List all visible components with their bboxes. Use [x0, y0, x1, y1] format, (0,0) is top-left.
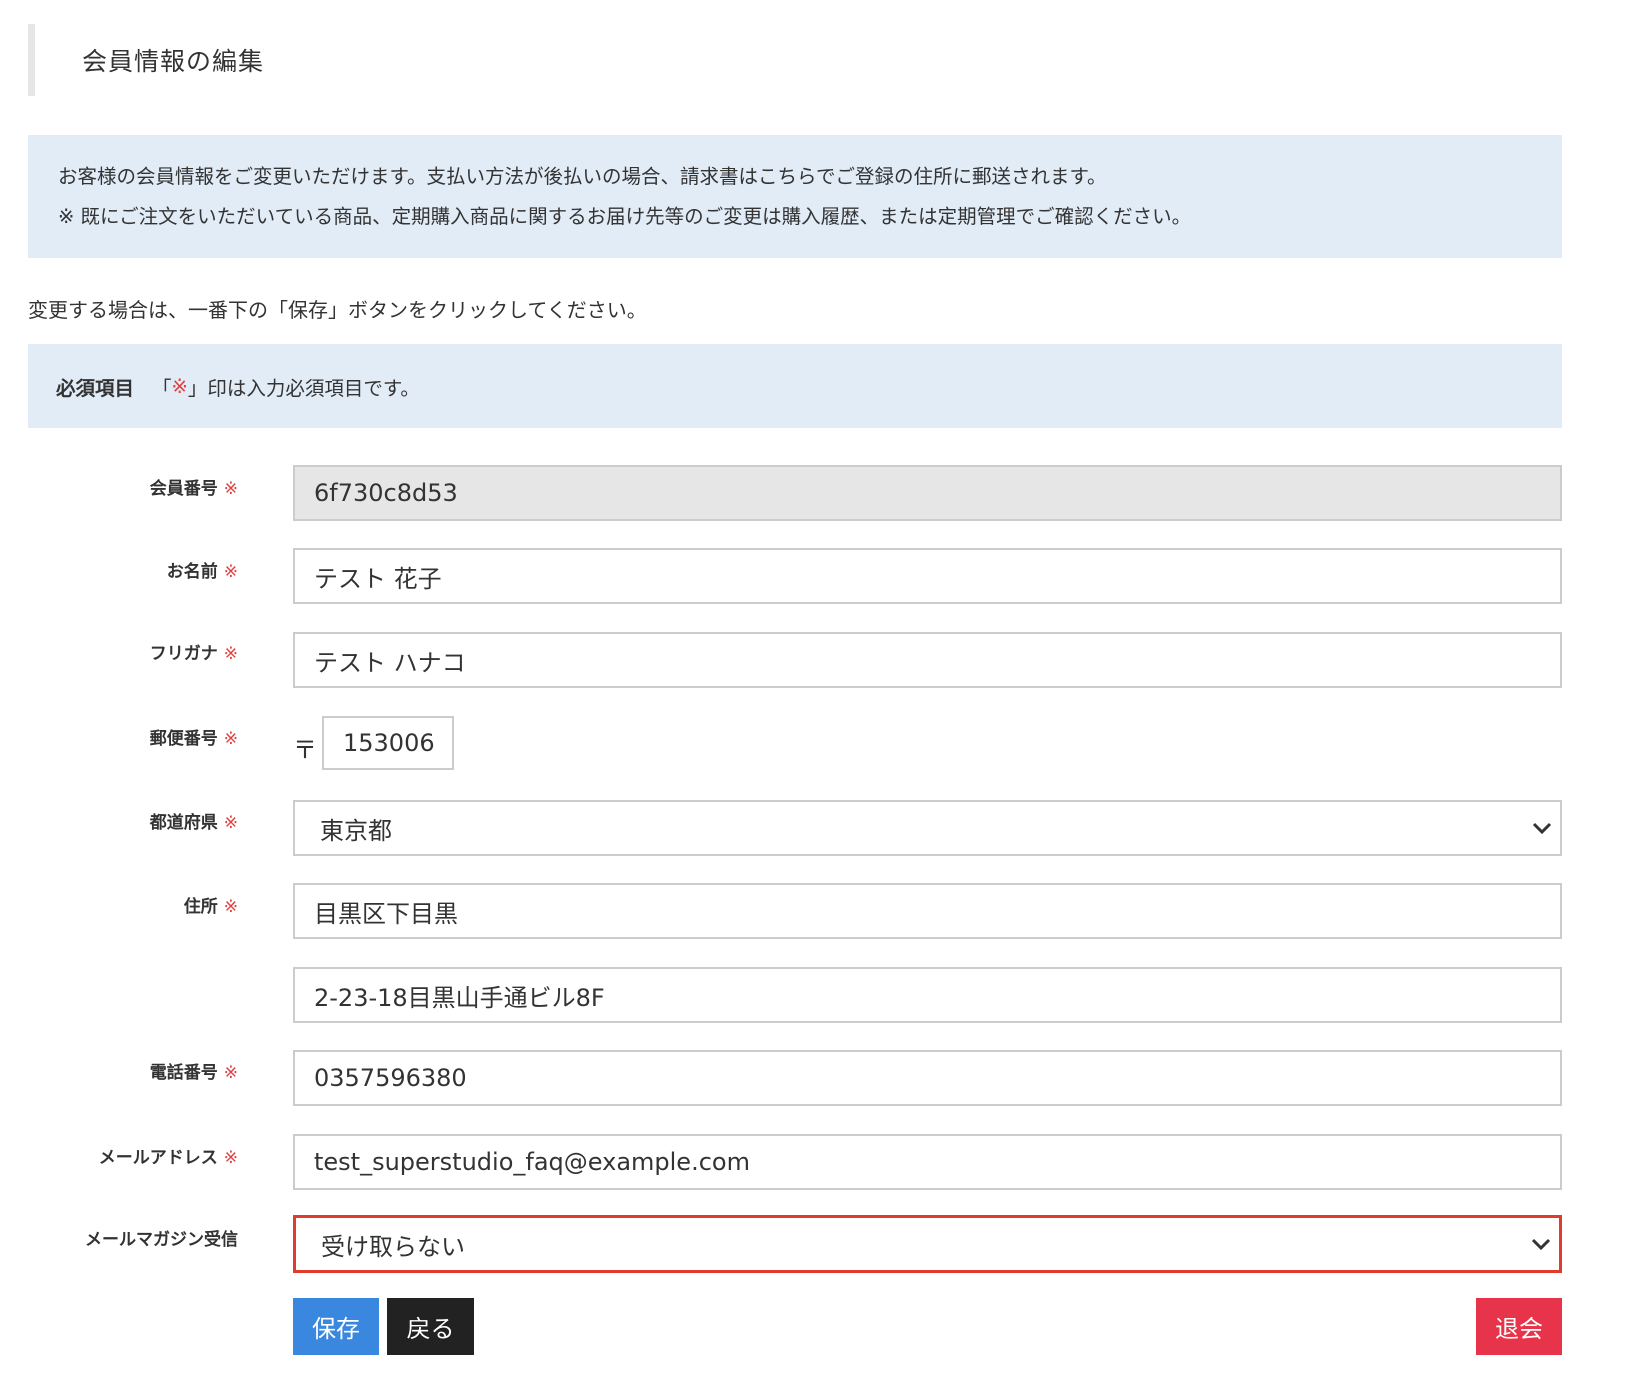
required-note-open: 「 [152, 376, 172, 400]
address-line1-input[interactable]: 目黒区下目黒 [293, 883, 1562, 939]
name-input[interactable]: テスト 花子 [293, 548, 1562, 604]
member-id-field: 6f730c8d53 [293, 465, 1562, 521]
label-name: お名前 ※ [166, 562, 238, 582]
back-button[interactable]: 戻る [387, 1298, 474, 1355]
postal-code-input[interactable]: 153006 [322, 716, 454, 770]
chevron-down-icon [1532, 822, 1552, 835]
required-mark: ※ [223, 897, 238, 917]
withdraw-button[interactable]: 退会 [1476, 1298, 1562, 1355]
required-note-title: 必須項目 [56, 376, 135, 400]
save-button[interactable]: 保存 [293, 1298, 379, 1355]
postal-mark-icon: 〒 [293, 736, 317, 764]
page-heading: 会員情報の編集 [28, 24, 428, 96]
required-mark: ※ [223, 729, 238, 749]
label-phone: 電話番号 ※ [149, 1063, 238, 1083]
label-furigana: フリガナ ※ [149, 644, 238, 664]
newsletter-select[interactable]: 受け取らない [293, 1215, 1562, 1273]
page-title: 会員情報の編集 [82, 47, 265, 76]
newsletter-select-value: 受け取らない [321, 1232, 465, 1261]
label-address: 住所 ※ [183, 897, 238, 917]
prefecture-select[interactable]: 東京都 [293, 800, 1562, 856]
info-line-2: ※ 既にご注文をいただいている商品、定期購入商品に関するお届け先等のご変更は購入… [58, 205, 1192, 228]
email-input[interactable]: test_superstudio_faq@example.com [293, 1134, 1562, 1190]
required-note-text: 」印は入力必須項目です。 [187, 376, 420, 400]
furigana-input[interactable]: テスト ハナコ [293, 632, 1562, 688]
required-mark: ※ [223, 479, 238, 499]
required-note: 必須項目 「 ※ 」印は入力必須項目です。 [28, 344, 1562, 428]
required-mark: ※ [223, 813, 238, 833]
chevron-down-icon [1531, 1238, 1551, 1251]
label-newsletter: メールマガジン受信 [85, 1230, 238, 1250]
info-line-1: お客様の会員情報をご変更いただけます。支払い方法が後払いの場合、請求書はこちらで… [58, 165, 1107, 188]
info-box: お客様の会員情報をご変更いただけます。支払い方法が後払いの場合、請求書はこちらで… [28, 135, 1562, 258]
label-postal: 郵便番号 ※ [149, 729, 238, 749]
address-line2-input[interactable]: 2-23-18目黒山手通ビル8F [293, 967, 1562, 1023]
instruction-text: 変更する場合は、一番下の「保存」ボタンをクリックしてください。 [28, 298, 647, 322]
prefecture-select-value: 東京都 [320, 816, 392, 845]
required-mark: ※ [223, 562, 238, 582]
required-mark: ※ [223, 1063, 238, 1083]
label-prefecture: 都道府県 ※ [149, 813, 238, 833]
phone-input[interactable]: 0357596380 [293, 1050, 1562, 1106]
label-email: メールアドレス ※ [98, 1148, 238, 1168]
required-note-mark: ※ [171, 374, 188, 398]
required-mark: ※ [223, 644, 238, 664]
required-mark: ※ [223, 1148, 238, 1168]
label-member-id: 会員番号 ※ [149, 479, 238, 499]
